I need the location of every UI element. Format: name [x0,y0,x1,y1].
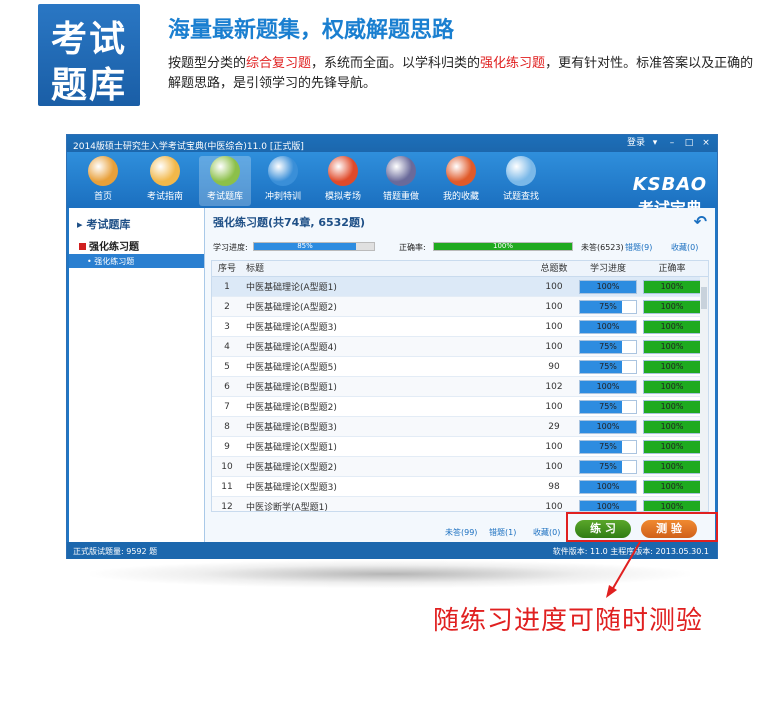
caption-text: 随练习进度可随时测验 [433,606,704,636]
